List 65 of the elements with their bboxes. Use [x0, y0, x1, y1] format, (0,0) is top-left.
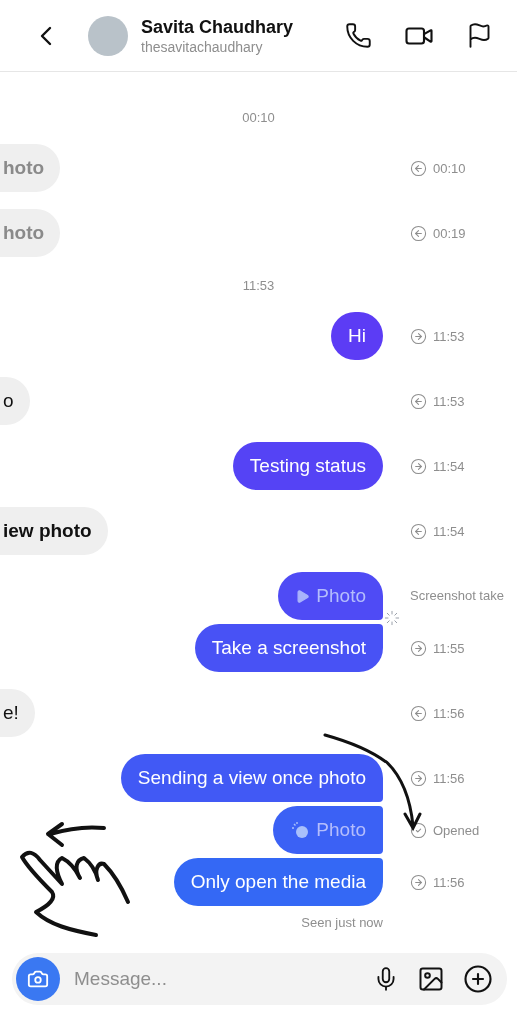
arrow-right-circle-icon [410, 873, 427, 891]
message-text: e! [3, 702, 19, 724]
message-text: Only open the media [190, 871, 366, 893]
image-icon [417, 965, 445, 993]
gallery-button[interactable] [417, 965, 445, 993]
camera-icon [27, 968, 49, 990]
message-text: Photo [316, 585, 366, 607]
message-text: hoto [3, 157, 45, 179]
message-time: 00:10 [433, 160, 466, 176]
arrow-left-circle-icon [410, 392, 427, 410]
message-text: Sending a view once photo [137, 767, 366, 789]
message-time: 11:56 [433, 874, 465, 890]
arrow-left-circle-icon [410, 522, 427, 540]
plus-circle-icon [463, 964, 493, 994]
message-text: Testing status [249, 455, 366, 477]
message-text: Hi [348, 325, 366, 347]
tap-dot-icon [290, 821, 311, 839]
contact-username: thesavitachaudhary [141, 37, 264, 56]
message-bubble[interactable]: hoto [0, 144, 61, 192]
message-time: 11:56 [433, 770, 465, 786]
message-input[interactable]: Message... [72, 967, 373, 991]
phone-call-button[interactable] [345, 22, 372, 49]
add-button[interactable] [463, 964, 493, 994]
message-text: o [3, 390, 14, 412]
time-separator: 00:10 [242, 109, 275, 127]
message-bubble[interactable]: Photo [278, 572, 383, 620]
message-bubble[interactable]: Testing status [232, 442, 383, 490]
arrow-right-circle-icon [410, 639, 427, 657]
message-bubble[interactable]: Hi [331, 312, 383, 360]
message-bubble[interactable]: iew photo [0, 507, 108, 555]
arrow-left-circle-icon [410, 224, 427, 242]
message-time: 11:54 [433, 458, 465, 474]
message-bubble[interactable]: Take a screenshot [194, 624, 383, 672]
message-text: Take a screenshot [211, 637, 366, 659]
message-time: 00:19 [433, 225, 466, 241]
message-time: 11:53 [433, 393, 465, 409]
contact-name: Savita Chaudhary [141, 15, 295, 38]
message-bubble[interactable]: hoto [0, 209, 61, 257]
arrow-right-circle-icon [410, 457, 427, 475]
message-text: hoto [3, 222, 45, 244]
message-text: iew photo [3, 520, 92, 542]
message-bubble[interactable]: o [0, 377, 30, 425]
message-bubble[interactable]: Sending a view once photo [120, 754, 383, 802]
message-bubble[interactable]: e! [0, 689, 35, 737]
message-time: 11:53 [433, 328, 465, 344]
message-bubble[interactable]: Only open the media [173, 858, 383, 906]
check-circle-icon [410, 821, 427, 839]
arrow-left-circle-icon [410, 159, 427, 177]
message-text: Photo [316, 819, 366, 841]
seen-status: Seen just now [301, 915, 383, 930]
camera-button[interactable] [16, 957, 60, 1001]
phone-icon [345, 22, 372, 49]
time-separator: 11:53 [242, 277, 275, 295]
curved-arrow-drawing [385, 760, 423, 832]
status-text: Opened [433, 822, 480, 838]
arrow-right-circle-icon [410, 327, 427, 345]
play-icon [295, 588, 311, 604]
message-time: 11:56 [433, 705, 465, 721]
arrow-left-circle-icon [410, 704, 427, 722]
message-time: 11:55 [433, 640, 465, 656]
message-time: 11:54 [433, 523, 465, 539]
arrow-right-circle-icon [410, 769, 427, 787]
message-bar[interactable]: Message... [12, 953, 507, 1005]
screenshot-note: Screenshot take [410, 588, 504, 603]
leader-line [323, 732, 387, 763]
